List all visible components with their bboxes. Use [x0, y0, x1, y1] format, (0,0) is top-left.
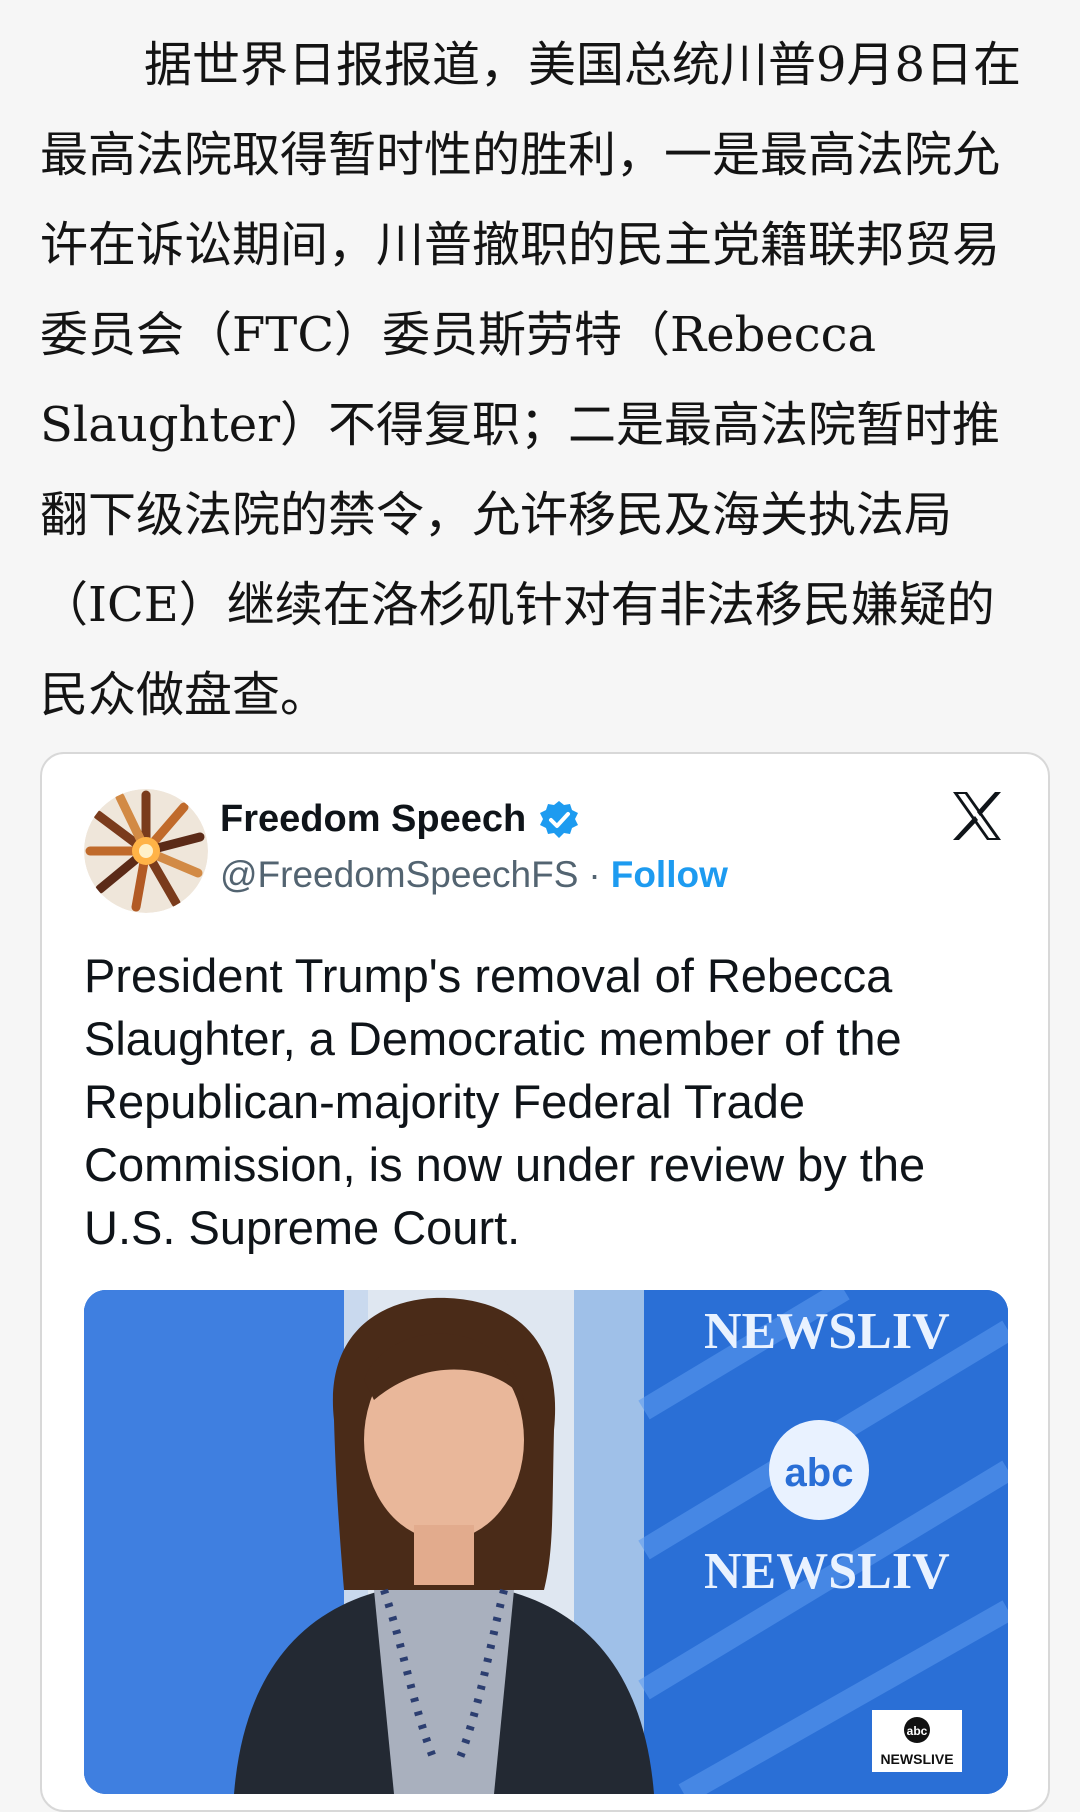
embedded-tweet-card[interactable]: Freedom Speech @FreedomSpeechFS · Follow…: [40, 752, 1050, 1812]
author-name-row[interactable]: Freedom Speech: [220, 798, 580, 841]
bug-newslive-label: NEWSLIVE: [880, 1751, 953, 1767]
separator-dot: ·: [588, 854, 601, 895]
follow-button[interactable]: Follow: [611, 854, 728, 896]
backdrop-newslive-bottom: NEWSLIV: [704, 1543, 950, 1600]
backdrop-newslive-top: NEWSLIV: [704, 1303, 950, 1360]
tweet-text: President Trump's removal of Rebecca Sla…: [84, 949, 926, 1254]
article-paragraph: 据世界日报报道，美国总统川普9月8日在最高法院取得暂时性的胜利，一是最高法院允许…: [40, 37, 1022, 723]
tweet-media-image[interactable]: NEWSLIV abc NEWSLIV abc NEWSLIVE: [84, 1290, 1008, 1794]
verified-badge-icon: [538, 799, 580, 841]
bug-abc-logo: abc: [907, 1724, 928, 1738]
handle-row: @FreedomSpeechFS · Follow: [220, 854, 728, 896]
author-name[interactable]: Freedom Speech: [220, 798, 526, 841]
avatar[interactable]: [84, 789, 208, 913]
x-logo-icon[interactable]: [947, 786, 1007, 846]
author-handle[interactable]: @FreedomSpeechFS: [220, 854, 578, 896]
article-body: 据世界日报报道，美国总统川普9月8日在最高法院取得暂时性的胜利，一是最高法院允许…: [40, 20, 1040, 740]
backdrop-abc-logo: abc: [785, 1451, 854, 1495]
